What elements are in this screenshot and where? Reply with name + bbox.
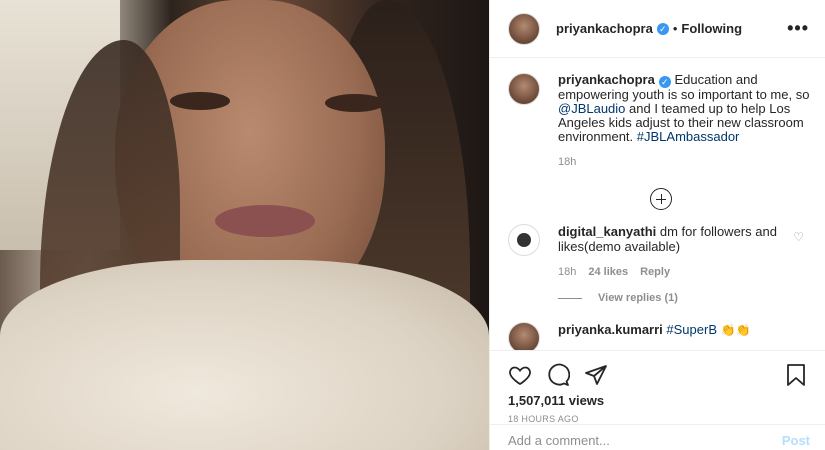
left-eye <box>170 92 230 110</box>
commenter-avatar[interactable] <box>508 224 540 256</box>
like-comment-icon[interactable]: ♡ <box>793 230 804 244</box>
more-options-icon[interactable]: ••• <box>787 18 809 39</box>
comment-likes[interactable]: 24 likes <box>588 266 628 278</box>
header-separator: • <box>672 21 678 36</box>
verified-badge-icon: ✓ <box>656 22 669 35</box>
clap-emoji: 👏👏 <box>720 323 751 337</box>
following-button[interactable]: Following <box>681 21 742 36</box>
replies-divider <box>558 297 582 299</box>
comment-meta: 18h 24 likes Reply <box>558 266 825 278</box>
view-replies-button[interactable]: View replies (1) <box>558 292 825 304</box>
comment-item: digital_kanyathi dm for followers and li… <box>490 210 825 256</box>
view-replies-label: View replies (1) <box>598 292 678 304</box>
posted-time[interactable]: 18 HOURS AGO <box>490 408 825 424</box>
post-header: priyankachopra ✓ • Following ••• <box>490 0 825 58</box>
add-comment-bar: Post <box>490 424 825 450</box>
heart-icon[interactable] <box>506 361 534 389</box>
mention-link[interactable]: @JBLaudio <box>558 101 625 116</box>
right-eye <box>325 94 385 112</box>
hashtag-link[interactable]: #JBLAmbassador <box>637 129 740 144</box>
sweater <box>0 260 489 450</box>
comments-scroll-area[interactable]: priyankachopra ✓ Education and empowering… <box>490 59 825 350</box>
post-actions: 1,507,011 views 18 HOURS AGO Post <box>490 350 825 450</box>
share-icon[interactable] <box>582 361 610 389</box>
comment-text: priyanka.kumarri #SuperB 👏👏 <box>558 322 751 350</box>
commenter-username[interactable]: priyanka.kumarri <box>558 322 663 337</box>
load-more-comments-add-icon[interactable] <box>650 188 672 210</box>
commenter-avatar[interactable] <box>508 322 540 350</box>
caption-username[interactable]: priyankachopra <box>558 72 655 87</box>
comment-input[interactable] <box>508 433 782 448</box>
caption-text: priyankachopra ✓ Education and empowering… <box>558 73 810 144</box>
comment-item: priyanka.kumarri #SuperB 👏👏 <box>490 304 825 350</box>
commenter-username[interactable]: digital_kanyathi <box>558 224 656 239</box>
lips <box>215 205 315 237</box>
post-video[interactable] <box>0 0 489 450</box>
bookmark-icon[interactable] <box>782 361 810 389</box>
view-count[interactable]: 1,507,011 views <box>490 391 825 408</box>
caption-avatar[interactable] <box>508 73 540 105</box>
action-icons <box>490 351 825 391</box>
hashtag-link[interactable]: #SuperB <box>666 322 717 337</box>
post-comment-button[interactable]: Post <box>782 433 810 448</box>
comment-time[interactable]: 18h <box>558 266 576 278</box>
caption-time[interactable]: 18h <box>558 156 825 168</box>
caption: priyankachopra ✓ Education and empowering… <box>490 59 825 144</box>
reply-button[interactable]: Reply <box>640 266 670 278</box>
comment-icon[interactable] <box>544 361 572 389</box>
post-side-panel: priyankachopra ✓ • Following ••• priyank… <box>489 0 825 450</box>
comment-text: digital_kanyathi dm for followers and li… <box>558 224 778 256</box>
author-username[interactable]: priyankachopra <box>556 21 653 36</box>
author-avatar[interactable] <box>508 12 540 45</box>
